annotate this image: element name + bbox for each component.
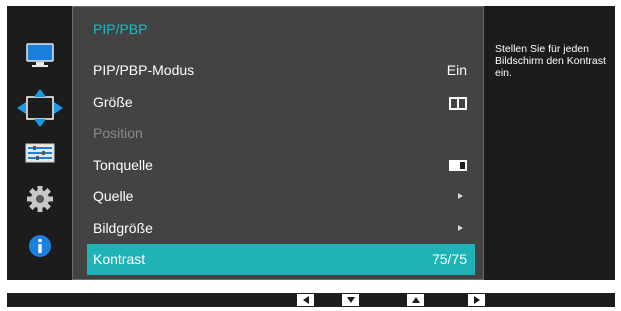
down-arrow-icon bbox=[346, 297, 355, 303]
help-panel: Stellen Sie für jeden Bildschirm den Kon… bbox=[484, 6, 615, 280]
menu-item-value: Ein bbox=[446, 62, 467, 78]
menu-item-label: Bildgröße bbox=[93, 220, 153, 236]
menu-item-label: Tonquelle bbox=[93, 157, 153, 173]
menu-item-contrast[interactable]: Kontrast 75/75 bbox=[87, 244, 475, 275]
pbp-size-icon bbox=[449, 97, 467, 110]
resize-arrows-icon[interactable] bbox=[17, 89, 63, 127]
navigation-bar bbox=[7, 293, 615, 307]
down-arrow-button[interactable] bbox=[342, 294, 359, 306]
menu-item-value: 75/75 bbox=[431, 251, 467, 267]
up-arrow-icon bbox=[411, 297, 420, 303]
gear-icon[interactable] bbox=[23, 184, 57, 214]
monitor-icon[interactable] bbox=[23, 40, 57, 70]
arrow-right-icon bbox=[458, 193, 463, 199]
menu-category-column bbox=[7, 6, 72, 280]
right-arrow-icon bbox=[473, 296, 480, 304]
menu-item-position: Position bbox=[87, 118, 475, 148]
menu-item-label: Kontrast bbox=[93, 251, 146, 267]
menu-item-pip-pbp-mode[interactable]: PIP/PBP-Modus Ein bbox=[87, 55, 475, 85]
menu-item-source[interactable]: Quelle bbox=[87, 181, 475, 211]
menu-item-label: Quelle bbox=[93, 188, 134, 204]
info-icon[interactable] bbox=[23, 231, 57, 261]
arrow-right-icon bbox=[458, 225, 463, 231]
menu-item-picture-size[interactable]: Bildgröße bbox=[87, 213, 475, 243]
menu-item-label: PIP/PBP-Modus bbox=[93, 62, 195, 78]
sliders-icon[interactable] bbox=[23, 139, 57, 169]
right-arrow-button[interactable] bbox=[468, 294, 485, 306]
left-arrow-button[interactable] bbox=[297, 294, 314, 306]
left-arrow-icon bbox=[302, 296, 309, 304]
menu-item-label: Größe bbox=[93, 94, 133, 110]
up-arrow-button[interactable] bbox=[407, 294, 424, 306]
help-text: Stellen Sie für jeden Bildschirm den Kon… bbox=[495, 43, 606, 79]
menu-title: PIP/PBP bbox=[93, 21, 148, 37]
sound-source-icon bbox=[449, 160, 467, 171]
menu-item-sound-source[interactable]: Tonquelle bbox=[87, 150, 475, 180]
menu-item-label: Position bbox=[93, 125, 143, 141]
pip-pbp-menu-panel: PIP/PBP PIP/PBP-Modus Ein Größe Position… bbox=[72, 6, 484, 280]
menu-item-size[interactable]: Größe bbox=[87, 87, 475, 117]
